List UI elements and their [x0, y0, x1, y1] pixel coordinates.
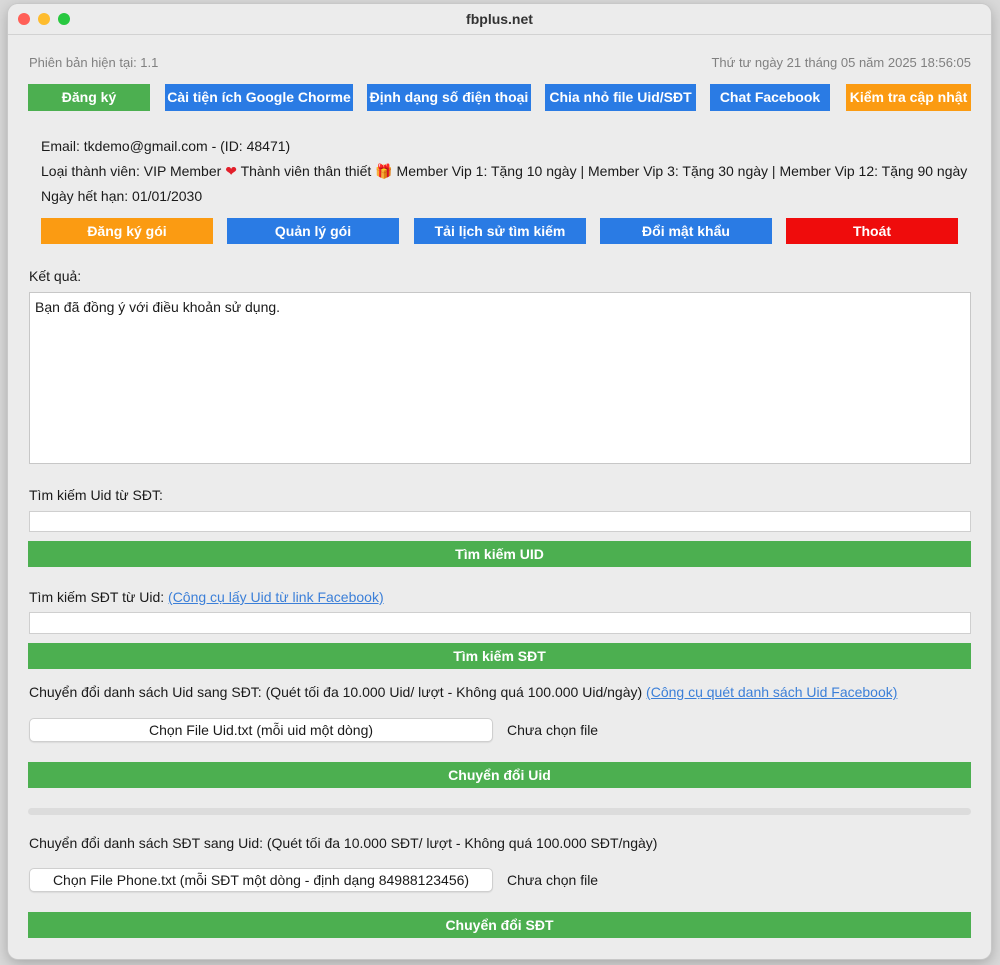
- scan-uid-tool-link[interactable]: (Công cụ quét danh sách Uid Facebook): [646, 684, 897, 700]
- subscribe-package-button[interactable]: Đăng ký gói: [41, 218, 213, 244]
- phone-file-status: Chưa chọn file: [507, 872, 599, 888]
- gift-icon: 🎁: [375, 163, 393, 179]
- register-button[interactable]: Đăng ký: [28, 84, 150, 111]
- member-loyal: Thành viên thân thiết: [240, 163, 372, 179]
- phone-convert-label: Chuyển đổi danh sách SĐT sang Uid: (Quét…: [29, 835, 658, 851]
- search-uid-button[interactable]: Tìm kiếm UID: [28, 541, 971, 567]
- phone-input[interactable]: [29, 511, 971, 532]
- result-textarea[interactable]: Bạn đã đồng ý với điều khoản sử dụng.: [29, 292, 971, 464]
- manage-package-button[interactable]: Quản lý gói: [227, 218, 399, 244]
- get-uid-tool-link[interactable]: (Công cụ lấy Uid từ link Facebook): [168, 589, 384, 605]
- phone-search-label: Tìm kiếm SĐT từ Uid:: [29, 589, 165, 605]
- convert-uid-button[interactable]: Chuyển đổi Uid: [28, 762, 971, 788]
- member-offers: Member Vip 1: Tặng 10 ngày | Member Vip …: [396, 163, 968, 179]
- version-label: Phiên bản hiện tại: 1.1: [29, 55, 159, 70]
- account-email: Email: tkdemo@gmail.com - (ID: 48471): [41, 138, 291, 154]
- chat-facebook-button[interactable]: Chat Facebook: [710, 84, 830, 111]
- uid-file-status: Chưa chọn file: [507, 722, 599, 738]
- phone-format-button[interactable]: Định dạng số điện thoại: [367, 84, 531, 111]
- split-file-button[interactable]: Chia nhỏ file Uid/SĐT: [545, 84, 696, 111]
- expiry-date: Ngày hết hạn: 01/01/2030: [41, 188, 203, 204]
- check-update-button[interactable]: Kiểm tra cập nhật: [846, 84, 971, 111]
- uid-convert-label-line: Chuyển đổi danh sách Uid sang SĐT: (Quét…: [29, 684, 897, 700]
- uid-search-label: Tìm kiếm Uid từ SĐT:: [29, 487, 163, 503]
- window-title: fbplus.net: [466, 11, 533, 27]
- datetime-label: Thứ tư ngày 21 tháng 05 năm 2025 18:56:0…: [711, 55, 971, 70]
- member-type: Loại thành viên: VIP Member: [41, 163, 222, 179]
- phone-search-label-line: Tìm kiếm SĐT từ Uid: (Công cụ lấy Uid từ…: [29, 589, 384, 605]
- choose-phone-file-button[interactable]: Chọn File Phone.txt (mỗi SĐT một dòng - …: [29, 868, 493, 892]
- title-bar: fbplus.net: [8, 4, 991, 35]
- result-label: Kết quả:: [29, 268, 82, 284]
- logout-button[interactable]: Thoát: [786, 218, 958, 244]
- search-phone-button[interactable]: Tìm kiếm SĐT: [28, 643, 971, 669]
- install-extension-button[interactable]: Cài tiện ích Google Chorme: [165, 84, 353, 111]
- convert-phone-button[interactable]: Chuyển đổi SĐT: [28, 912, 971, 938]
- heart-icon: ❤: [225, 163, 237, 179]
- choose-uid-file-button[interactable]: Chọn File Uid.txt (mỗi uid một dòng): [29, 718, 493, 742]
- member-type-line: Loại thành viên: VIP Member ❤ Thành viên…: [41, 163, 967, 180]
- conversion-progress-bar: [28, 808, 971, 815]
- download-history-button[interactable]: Tải lịch sử tìm kiếm: [414, 218, 586, 244]
- uid-input[interactable]: [29, 612, 971, 634]
- uid-convert-label: Chuyển đổi danh sách Uid sang SĐT: (Quét…: [29, 684, 643, 700]
- change-password-button[interactable]: Đổi mật khẩu: [600, 218, 772, 244]
- app-window: fbplus.net Phiên bản hiện tại: 1.1 Thứ t…: [8, 4, 991, 959]
